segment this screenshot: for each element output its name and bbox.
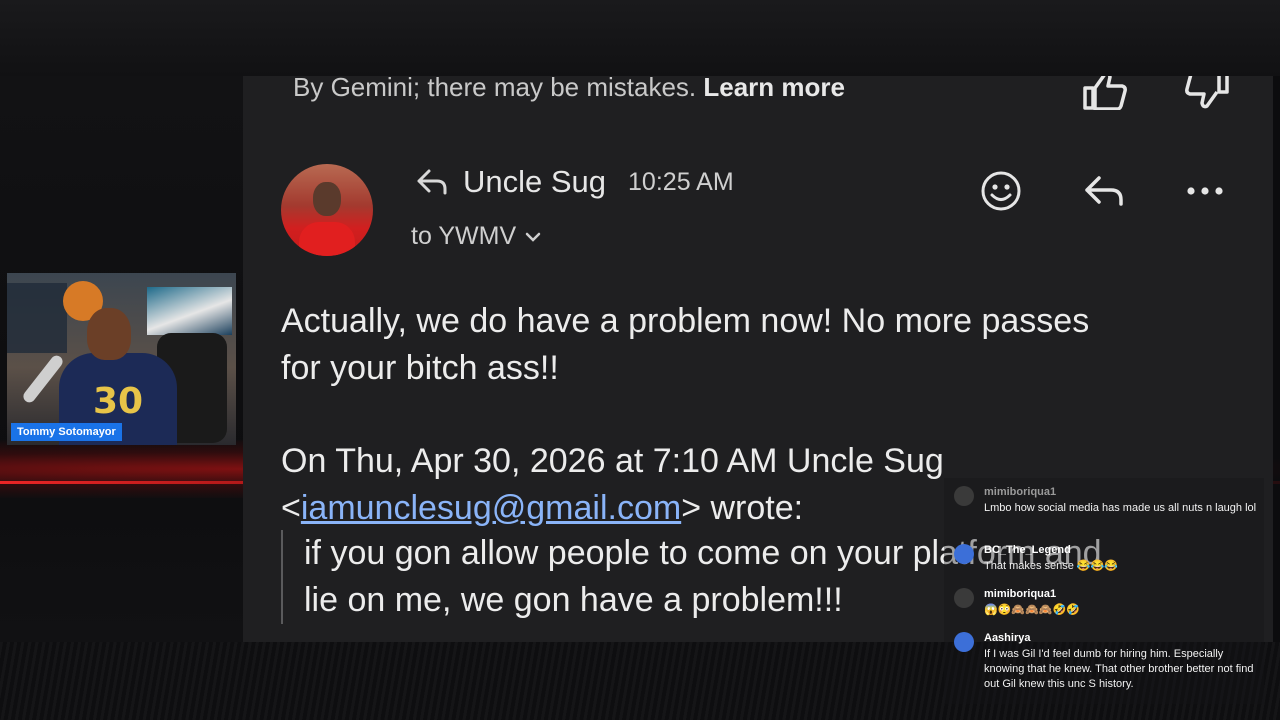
chevron-down-icon[interactable] bbox=[524, 230, 542, 244]
streamer-head bbox=[87, 308, 131, 360]
gemini-disclaimer: By Gemini; there may be mistakes. Learn … bbox=[293, 76, 845, 103]
body-line: Actually, we do have a problem now! No m… bbox=[281, 302, 1090, 340]
reply-arrow-icon bbox=[417, 169, 447, 195]
gemini-note-text: By Gemini; there may be mistakes. bbox=[293, 76, 697, 102]
chat-username: mimiboriqua1 bbox=[984, 486, 1057, 498]
background-top bbox=[0, 0, 1280, 76]
chat-avatar bbox=[954, 632, 974, 652]
recipient-row[interactable]: to YWMV bbox=[411, 222, 542, 251]
webcam-feed: 30 bbox=[7, 273, 236, 445]
live-chat: mimiboriqua1 Lmbo how social media has m… bbox=[944, 478, 1264, 704]
quote-wrote: > wrote: bbox=[681, 489, 804, 527]
jersey-number: 30 bbox=[93, 381, 144, 422]
quoted-email-link[interactable]: iamunclesug@gmail.com bbox=[301, 489, 681, 527]
streamer-name-tag: Tommy Sotomayor bbox=[11, 423, 122, 441]
learn-more-link[interactable]: Learn more bbox=[703, 76, 845, 102]
sender-avatar bbox=[281, 164, 373, 256]
email-body: Actually, we do have a problem now! No m… bbox=[281, 298, 1241, 392]
emoji-react-icon[interactable] bbox=[980, 170, 1022, 212]
sent-time: 10:25 AM bbox=[628, 167, 734, 196]
chat-username: BC_The_Legend bbox=[984, 544, 1071, 556]
chat-avatar bbox=[954, 486, 974, 506]
reply-icon[interactable] bbox=[1081, 170, 1127, 212]
sender-row: Uncle Sug 10:25 AM bbox=[415, 164, 734, 200]
background-shelf bbox=[7, 283, 67, 353]
chat-avatar bbox=[954, 588, 974, 608]
quote-bracket: < bbox=[281, 489, 301, 527]
recipient-text: to YWMV bbox=[411, 222, 517, 250]
body-line: for your bitch ass!! bbox=[281, 349, 559, 387]
chat-text: 😱😳🙈🙈🙈🤣🤣 bbox=[984, 604, 1080, 616]
chat-avatar bbox=[954, 544, 974, 564]
chat-text: That makes sense 😂😂😂 bbox=[984, 560, 1119, 572]
chat-username: Aashirya bbox=[984, 632, 1031, 644]
chat-username: mimiboriqua1 bbox=[984, 588, 1057, 600]
more-options-icon[interactable] bbox=[1185, 170, 1225, 212]
wave-painting bbox=[147, 287, 232, 335]
chat-text: If I was Gil I'd feel dumb for hiring hi… bbox=[984, 648, 1254, 690]
sender-name[interactable]: Uncle Sug bbox=[463, 164, 606, 200]
thumbs-down-icon[interactable] bbox=[1183, 76, 1231, 110]
chat-text: Lmbo how social media has made us all nu… bbox=[984, 502, 1257, 514]
thumbs-up-icon[interactable] bbox=[1081, 76, 1129, 110]
